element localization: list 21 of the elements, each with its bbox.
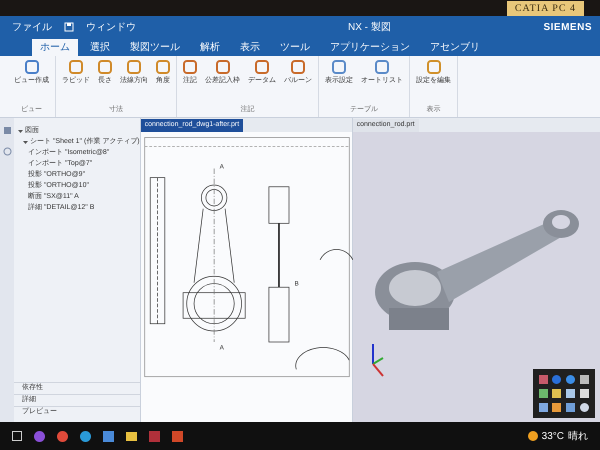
ribbon-tab[interactable]: 選択 xyxy=(82,39,118,56)
ribbon-tab[interactable]: 表示 xyxy=(232,39,268,56)
window-menu[interactable]: ウィンドウ xyxy=(82,20,140,34)
weather-text[interactable]: 晴れ xyxy=(568,428,588,444)
collapse-icon[interactable] xyxy=(18,129,23,134)
brand-logo-text: SIEMENS xyxy=(543,20,592,34)
app-icon[interactable] xyxy=(103,430,114,442)
task-view-icon[interactable] xyxy=(12,431,22,441)
ribbon-tab[interactable]: アセンブリ xyxy=(422,39,488,56)
file-menu[interactable]: ファイル xyxy=(8,20,56,34)
window-title: NX - 製図 xyxy=(348,20,391,34)
temperature[interactable]: 33°C xyxy=(542,428,564,444)
collapse-icon[interactable] xyxy=(23,140,28,145)
ribbon-tab[interactable]: アプリケーション xyxy=(322,39,418,56)
ribbon-tab[interactable]: 製図ツール xyxy=(122,39,188,56)
save-icon[interactable] xyxy=(64,22,74,32)
bezel-sticker: CATIA PC 4 xyxy=(506,0,584,16)
ribbon-tab[interactable]: ツール xyxy=(272,39,318,56)
ribbon-tab[interactable]: ホーム xyxy=(32,39,78,56)
ribbon-tab[interactable]: 解析 xyxy=(192,39,228,56)
axis-triad-icon xyxy=(372,344,384,377)
